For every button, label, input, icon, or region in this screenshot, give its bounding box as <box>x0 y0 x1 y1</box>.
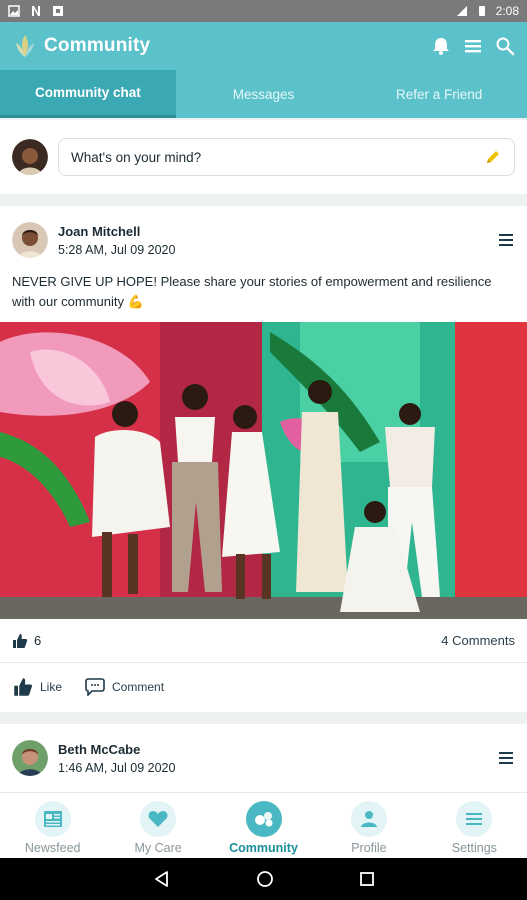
avatar[interactable] <box>12 139 48 175</box>
comment-button[interactable]: Comment <box>84 678 164 696</box>
system-navigation-bar <box>0 858 527 900</box>
post-composer: What's on your mind? <box>0 120 527 194</box>
nav-newsfeed[interactable]: Newsfeed <box>0 793 105 858</box>
back-icon[interactable] <box>153 870 171 888</box>
comment-label: Comment <box>112 680 165 694</box>
post-body: NEVER GIVE UP HOPE! Please share your st… <box>12 274 492 309</box>
nav-settings[interactable]: Settings <box>422 793 527 858</box>
like-count: 6 <box>34 633 42 648</box>
whats-on-your-mind-input[interactable]: What's on your mind? <box>58 138 515 176</box>
status-time: 2:08 <box>495 4 519 18</box>
signal-icon <box>456 6 467 16</box>
nav-community[interactable]: Community <box>211 793 316 858</box>
comment-bubble-icon <box>85 678 105 696</box>
post-author[interactable]: Joan Mitchell <box>58 224 175 239</box>
recents-icon[interactable] <box>359 871 375 887</box>
nav-profile[interactable]: Profile <box>316 793 421 858</box>
composer-placeholder: What's on your mind? <box>71 149 202 165</box>
post-options-icon[interactable] <box>497 231 515 249</box>
community-icon <box>254 812 273 827</box>
heart-icon <box>148 811 168 827</box>
nav-label: My Care <box>134 841 182 855</box>
battery-icon <box>478 6 485 16</box>
like-button[interactable]: Like <box>12 677 62 697</box>
tab-messages[interactable]: Messages <box>176 70 352 118</box>
notification-bell-icon[interactable] <box>431 36 451 56</box>
post-timestamp: 5:28 AM, Jul 09 2020 <box>58 242 176 257</box>
post-stats: 6 4 Comments <box>0 619 527 663</box>
tab-bar: Community chat Messages Refer a Friend <box>0 70 527 118</box>
search-icon[interactable] <box>495 36 515 56</box>
list-menu-icon[interactable] <box>463 36 483 56</box>
post-options-icon[interactable] <box>497 749 515 767</box>
avatar[interactable] <box>12 222 48 258</box>
app-bar: Community <box>0 22 527 70</box>
post-actions: Like Comment <box>0 663 527 711</box>
image-notification-icon <box>8 5 20 17</box>
post-author[interactable]: Beth McCabe <box>58 742 175 757</box>
square-notification-icon <box>53 6 63 16</box>
tab-community-chat[interactable]: Community chat <box>0 70 176 118</box>
post-card: Joan Mitchell 5:28 AM, Jul 09 2020 NEVER… <box>0 206 527 712</box>
n-notification-icon <box>32 6 40 16</box>
nav-label: Settings <box>451 841 497 855</box>
post-timestamp: 1:46 AM, Jul 09 2020 <box>58 760 176 775</box>
person-icon <box>360 811 377 827</box>
nav-label: Newsfeed <box>24 841 81 855</box>
nav-label: Profile <box>351 841 387 855</box>
newspaper-icon <box>43 811 62 827</box>
app-logo-icon <box>16 35 34 57</box>
home-icon[interactable] <box>256 870 274 888</box>
status-bar: 2:08 <box>0 0 527 22</box>
thumbs-up-icon <box>13 633 28 648</box>
pencil-icon[interactable] <box>484 148 502 166</box>
like-label: Like <box>40 680 63 694</box>
post-photo[interactable] <box>0 322 527 619</box>
bottom-navigation: Newsfeed My Care Community Profile Setti… <box>0 792 527 858</box>
comment-count-link[interactable]: 4 Comments <box>441 633 515 648</box>
post-card: Beth McCabe 1:46 AM, Jul 09 2020 <box>0 724 527 792</box>
nav-my-care[interactable]: My Care <box>105 793 210 858</box>
menu-icon <box>466 813 483 825</box>
tab-refer-a-friend[interactable]: Refer a Friend <box>351 70 527 118</box>
nav-label: Community <box>229 841 298 855</box>
thumbs-up-icon <box>14 678 32 696</box>
avatar[interactable] <box>12 740 48 776</box>
page-title: Community <box>44 35 151 56</box>
